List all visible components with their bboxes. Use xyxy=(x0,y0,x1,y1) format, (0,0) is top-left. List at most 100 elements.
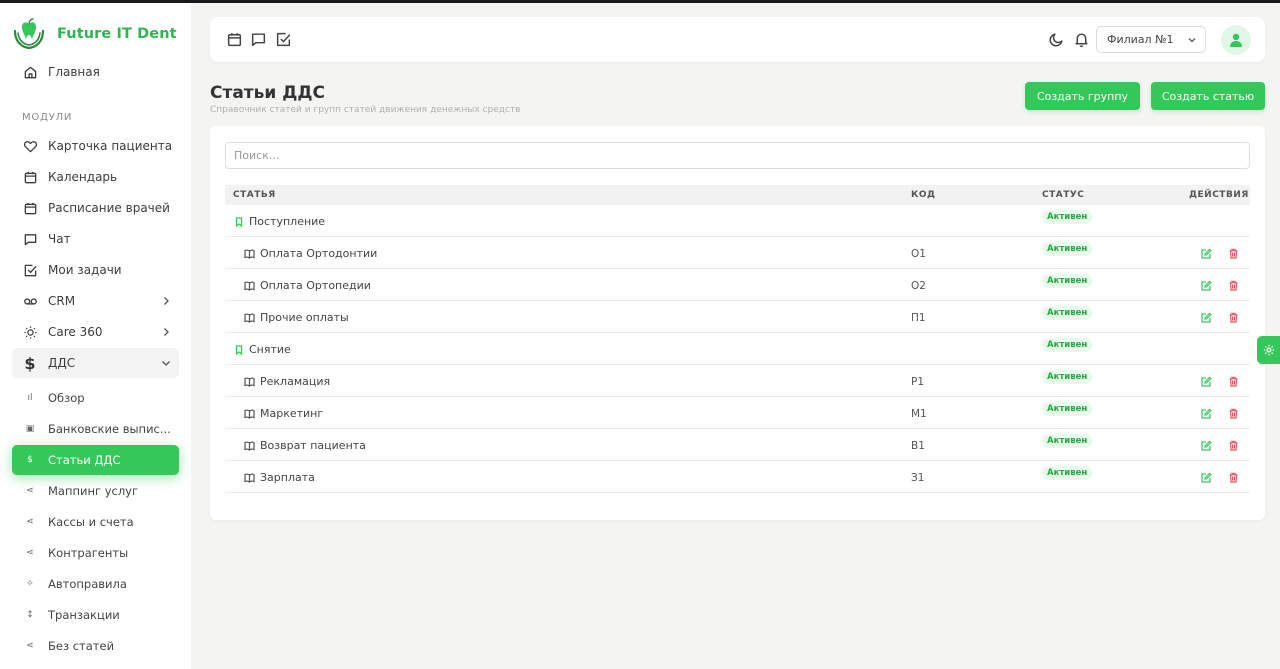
subnav-unassigned[interactable]: ⋖ Без статей xyxy=(12,631,179,661)
trash-icon[interactable] xyxy=(1228,376,1239,387)
row-name: Возврат пациента xyxy=(260,439,366,452)
table-row[interactable]: Зарплата З1 Активен xyxy=(225,461,1250,493)
row-name: Рекламация xyxy=(260,375,331,388)
table-row[interactable]: Рекламация Р1 Активен xyxy=(225,365,1250,397)
column-status: СТАТУС xyxy=(1042,190,1085,200)
trash-icon[interactable] xyxy=(1228,280,1239,291)
tooth-logo-icon xyxy=(13,18,45,50)
edit-icon[interactable] xyxy=(1201,408,1212,419)
subnav-counterparties[interactable]: ⋖ Контрагенты xyxy=(12,538,179,568)
row-name: Зарплата xyxy=(260,471,315,484)
trash-icon[interactable] xyxy=(1228,248,1239,259)
home-icon xyxy=(22,64,38,80)
gear-icon xyxy=(1263,344,1274,356)
bookmark-icon xyxy=(235,344,243,355)
nav-dds-label: ДДС xyxy=(48,356,76,370)
create-group-button[interactable]: Создать группу xyxy=(1025,82,1140,110)
subnav-cash-accounts[interactable]: ⋖ Кассы и счета xyxy=(12,507,179,537)
nav-home[interactable]: Главная xyxy=(12,57,179,87)
row-code: В1 xyxy=(911,440,925,452)
subnav-overview[interactable]: ıl Обзор xyxy=(12,383,179,413)
table-row[interactable]: Маркетинг М1 Активен xyxy=(225,397,1250,429)
branch-select-value: Филиал №1 xyxy=(1107,33,1174,46)
edit-icon[interactable] xyxy=(1201,376,1212,387)
create-article-button[interactable]: Создать статью xyxy=(1151,82,1265,110)
status-badge: Активен xyxy=(1042,402,1093,416)
row-code: О2 xyxy=(911,280,926,292)
trash-icon[interactable] xyxy=(1228,408,1239,419)
table-row[interactable]: Оплата Ортодонтии О1 Активен xyxy=(225,237,1250,269)
subnav-bank-statements[interactable]: ▣ Банковские выпис... xyxy=(12,414,179,444)
nav-chat-label: Чат xyxy=(48,232,71,246)
moon-icon[interactable] xyxy=(1048,31,1065,48)
chat-icon[interactable] xyxy=(250,31,267,48)
topbar: Филиал №1 xyxy=(210,17,1265,62)
settings-tab[interactable] xyxy=(1257,336,1280,364)
chevron-right-icon xyxy=(164,297,169,305)
book-icon xyxy=(244,473,255,483)
voicemail-icon xyxy=(22,293,38,309)
subnav-service-mapping[interactable]: ⋖ Маппинг услуг xyxy=(12,476,179,506)
status-badge: Активен xyxy=(1042,210,1093,224)
table-row[interactable]: Возврат пациента В1 Активен xyxy=(225,429,1250,461)
row-name: Оплата Ортодонтии xyxy=(260,247,378,260)
window-top-edge xyxy=(0,0,1280,3)
nav-crm[interactable]: CRM xyxy=(12,286,179,316)
branch-select[interactable]: Филиал №1 xyxy=(1096,26,1206,53)
dollar-icon: $ xyxy=(24,353,36,373)
nav-dds[interactable]: $ ДДС xyxy=(12,348,179,378)
table-row[interactable]: Прочие оплаты П1 Активен xyxy=(225,301,1250,333)
status-badge: Активен xyxy=(1042,242,1093,256)
status-badge: Активен xyxy=(1042,466,1093,480)
user-icon xyxy=(1230,33,1242,47)
bell-icon[interactable] xyxy=(1073,31,1090,48)
brand-name: Future IT Dent xyxy=(57,26,177,42)
brand[interactable]: Future IT Dent xyxy=(12,17,177,51)
calendar-icon xyxy=(22,169,38,185)
nav-doctor-schedule[interactable]: Расписание врачей xyxy=(12,193,179,223)
table-header: СТАТЬЯ КОД СТАТУС ДЕЙСТВИЯ xyxy=(225,185,1250,205)
column-article: СТАТЬЯ xyxy=(233,190,276,200)
share-icon: ⋖ xyxy=(26,486,34,496)
table-row[interactable]: Оплата Ортопедии О2 Активен xyxy=(225,269,1250,301)
nav-chat[interactable]: Чат xyxy=(12,224,179,254)
checkbox-icon xyxy=(22,262,38,278)
nav-crm-label: CRM xyxy=(48,294,76,308)
row-code: О1 xyxy=(911,248,926,260)
calendar-icon[interactable] xyxy=(226,31,243,48)
document-icon: ▣ xyxy=(25,424,35,434)
nav-patient-card[interactable]: Карточка пациента xyxy=(12,131,179,161)
book-icon xyxy=(244,377,255,387)
status-badge: Активен xyxy=(1042,338,1093,352)
subnav-transactions[interactable]: ↕ Транзакции xyxy=(12,600,179,630)
nav-calendar-label: Календарь xyxy=(48,170,118,184)
trash-icon[interactable] xyxy=(1228,312,1239,323)
subnav-auto-rules[interactable]: ✧ Автоправила xyxy=(12,569,179,599)
trash-icon[interactable] xyxy=(1228,472,1239,483)
subnav-dds-articles[interactable]: $ Статьи ДДС xyxy=(12,445,179,475)
table-row-group[interactable]: Поступление Активен xyxy=(225,205,1250,237)
subnav-auto-rules-label: Автоправила xyxy=(48,577,127,591)
tasks-icon[interactable] xyxy=(275,31,292,48)
book-icon xyxy=(244,313,255,323)
share-icon: ⋖ xyxy=(26,517,34,527)
edit-icon[interactable] xyxy=(1201,248,1212,259)
subnav-service-mapping-label: Маппинг услуг xyxy=(48,484,139,498)
sparkle-icon: ✧ xyxy=(26,579,34,589)
nav-calendar[interactable]: Календарь xyxy=(12,162,179,192)
edit-icon[interactable] xyxy=(1201,440,1212,451)
page-subtitle: Справочник статей и групп статей движени… xyxy=(210,105,521,115)
edit-icon[interactable] xyxy=(1201,280,1212,291)
nav-my-tasks[interactable]: Мои задачи xyxy=(12,255,179,285)
avatar[interactable] xyxy=(1221,25,1251,55)
edit-icon[interactable] xyxy=(1201,472,1212,483)
subnav-counterparties-label: Контрагенты xyxy=(48,546,129,560)
search-input[interactable]: Поиск... xyxy=(225,142,1250,169)
trash-icon[interactable] xyxy=(1228,440,1239,451)
column-actions: ДЕЙСТВИЯ xyxy=(1189,190,1249,200)
nav-care-360[interactable]: Care 360 xyxy=(12,317,179,347)
subnav-overview-label: Обзор xyxy=(48,391,85,405)
bookmark-icon xyxy=(235,216,243,227)
edit-icon[interactable] xyxy=(1201,312,1212,323)
table-row-group[interactable]: Снятие Активен xyxy=(225,333,1250,365)
